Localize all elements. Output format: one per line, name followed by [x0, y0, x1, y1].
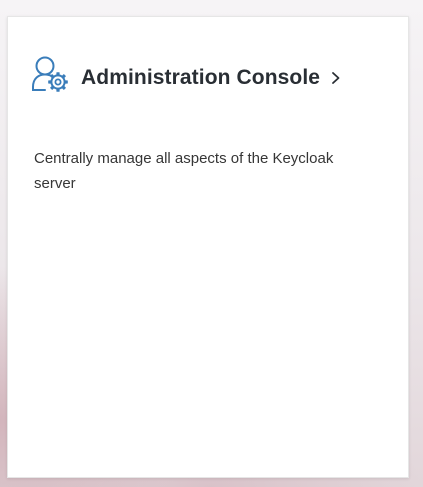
admin-console-card: Administration Console Centrally manage …	[7, 16, 409, 478]
chevron-right-icon	[330, 71, 342, 85]
admin-user-gear-icon	[31, 55, 71, 97]
card-description: Centrally manage all aspects of the Keyc…	[34, 150, 334, 192]
admin-console-link[interactable]: Administration Console	[31, 55, 342, 97]
card-title: Administration Console	[81, 66, 321, 89]
